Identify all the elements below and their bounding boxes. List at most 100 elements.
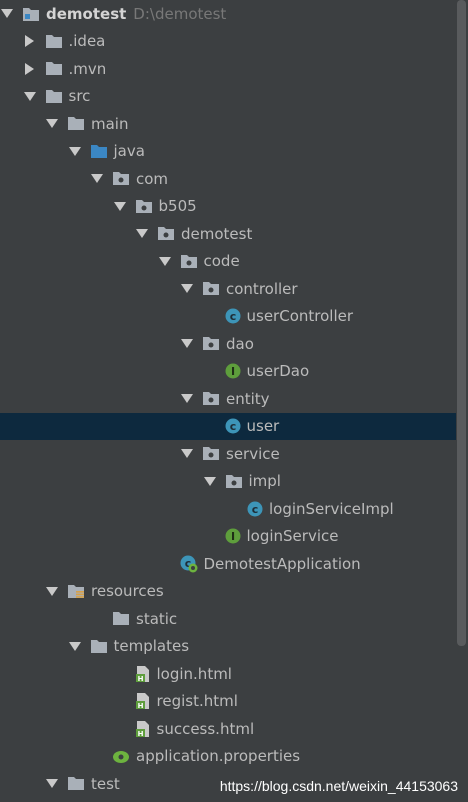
tree-item-service[interactable]: service <box>0 440 456 468</box>
tree-item-resources[interactable]: resources <box>0 578 456 606</box>
tree-item-static[interactable]: static <box>0 605 456 633</box>
tree-item-application-properties[interactable]: application.properties <box>0 743 456 771</box>
tree-item-mvn[interactable]: .mvn <box>0 55 456 83</box>
collapse-arrow-icon[interactable] <box>45 777 59 791</box>
tree-item-templates[interactable]: templates <box>0 633 456 661</box>
tree-item-demotest[interactable]: demotest <box>0 220 456 248</box>
tree-item-label: .idea <box>68 32 106 51</box>
collapse-arrow-icon[interactable] <box>180 392 194 406</box>
vertical-scrollbar[interactable] <box>457 0 466 646</box>
tree-item-controller[interactable]: controller <box>0 275 456 303</box>
tree-item-usercontroller[interactable]: c userController <box>0 303 456 331</box>
tree-item-regist-html[interactable]: Hregist.html <box>0 688 456 716</box>
tree-item-label: test <box>91 774 120 793</box>
collapse-arrow-icon[interactable] <box>180 447 194 461</box>
svg-text:c: c <box>252 503 259 516</box>
tree-item-label: main <box>91 114 129 133</box>
project-module-icon <box>22 6 40 22</box>
html-file-icon: H <box>135 720 151 738</box>
svg-text:H: H <box>137 702 143 710</box>
collapse-arrow-icon[interactable] <box>68 639 82 653</box>
folder-icon <box>67 116 85 131</box>
html-file-icon: H <box>135 692 151 710</box>
project-name: demotest <box>46 4 127 23</box>
svg-text:c: c <box>229 420 236 433</box>
tree-item-impl[interactable]: impl <box>0 468 456 496</box>
package-icon <box>135 199 153 214</box>
tree-root-row[interactable]: demotest D:\demotest <box>0 0 456 28</box>
package-icon <box>180 254 198 269</box>
package-icon <box>202 281 220 296</box>
expand-arrow-icon[interactable] <box>23 62 37 76</box>
collapse-arrow-icon[interactable] <box>158 254 172 268</box>
tree-item-loginserviceimpl[interactable]: c loginServiceImpl <box>0 495 456 523</box>
resources-folder-icon <box>67 584 85 599</box>
tree-item-main[interactable]: main <box>0 110 456 138</box>
tree-item-label: b505 <box>158 197 197 216</box>
tree-item-com[interactable]: com <box>0 165 456 193</box>
tree-item-idea[interactable]: .idea <box>0 28 456 56</box>
collapse-arrow-icon[interactable] <box>203 474 217 488</box>
tree-item-success-html[interactable]: Hsuccess.html <box>0 715 456 743</box>
collapse-arrow-icon[interactable] <box>68 144 82 158</box>
svg-text:H: H <box>137 730 143 738</box>
tree-item-label: com <box>136 169 169 188</box>
expand-arrow-icon[interactable] <box>0 7 14 21</box>
tree-item-java[interactable]: java <box>0 138 456 166</box>
collapse-arrow-icon[interactable] <box>180 282 194 296</box>
html-file-icon: H <box>135 665 151 683</box>
svg-text:c: c <box>229 310 236 323</box>
tree-item-dao[interactable]: dao <box>0 330 456 358</box>
tree-item-label: userController <box>246 307 354 326</box>
class-icon: c <box>225 308 241 324</box>
tree-item-label: loginServiceImpl <box>269 499 394 518</box>
tree-item-label: loginService <box>246 527 339 546</box>
tree-item-label: service <box>226 444 280 463</box>
tree-item-userdao[interactable]: IuserDao <box>0 358 456 386</box>
tree-item-label: src <box>68 87 91 106</box>
collapse-arrow-icon[interactable] <box>45 117 59 131</box>
tree-item-label: DemotestApplication <box>203 554 361 573</box>
collapse-arrow-icon[interactable] <box>135 227 149 241</box>
collapse-arrow-icon[interactable] <box>180 337 194 351</box>
project-path: D:\demotest <box>133 4 227 23</box>
tree-item-login-html[interactable]: Hlogin.html <box>0 660 456 688</box>
interface-icon: I <box>225 363 241 379</box>
collapse-arrow-icon[interactable] <box>45 584 59 598</box>
folder-icon <box>90 639 108 654</box>
package-icon <box>202 446 220 461</box>
collapse-arrow-icon[interactable] <box>23 89 37 103</box>
folder-icon <box>45 61 63 76</box>
tree-item-b505[interactable]: b505 <box>0 193 456 221</box>
watermark: https://blog.csdn.net/weixin_44153063 <box>219 778 458 794</box>
spring-boot-class-icon: c <box>180 555 198 573</box>
interface-icon: I <box>225 528 241 544</box>
tree-item-label: controller <box>226 279 298 298</box>
project-tree: demotest D:\demotest .idea .mvn src main jav… <box>0 0 456 798</box>
class-icon: c <box>225 418 241 434</box>
package-icon <box>202 336 220 351</box>
source-folder-icon <box>90 144 108 159</box>
tree-item-loginservice[interactable]: IloginService <box>0 523 456 551</box>
tree-item-label: userDao <box>246 362 310 381</box>
tree-item-demotestapplication[interactable]: c DemotestApplication <box>0 550 456 578</box>
collapse-arrow-icon[interactable] <box>113 199 127 213</box>
expand-arrow-icon[interactable] <box>23 34 37 48</box>
collapse-arrow-icon[interactable] <box>90 172 104 186</box>
tree-item-label: entity <box>226 389 270 408</box>
tree-item-label: impl <box>248 472 281 491</box>
tree-item-src[interactable]: src <box>0 83 456 111</box>
tree-item-code[interactable]: code <box>0 248 456 276</box>
tree-item-entity[interactable]: entity <box>0 385 456 413</box>
tree-item-user[interactable]: c user <box>0 412 456 440</box>
